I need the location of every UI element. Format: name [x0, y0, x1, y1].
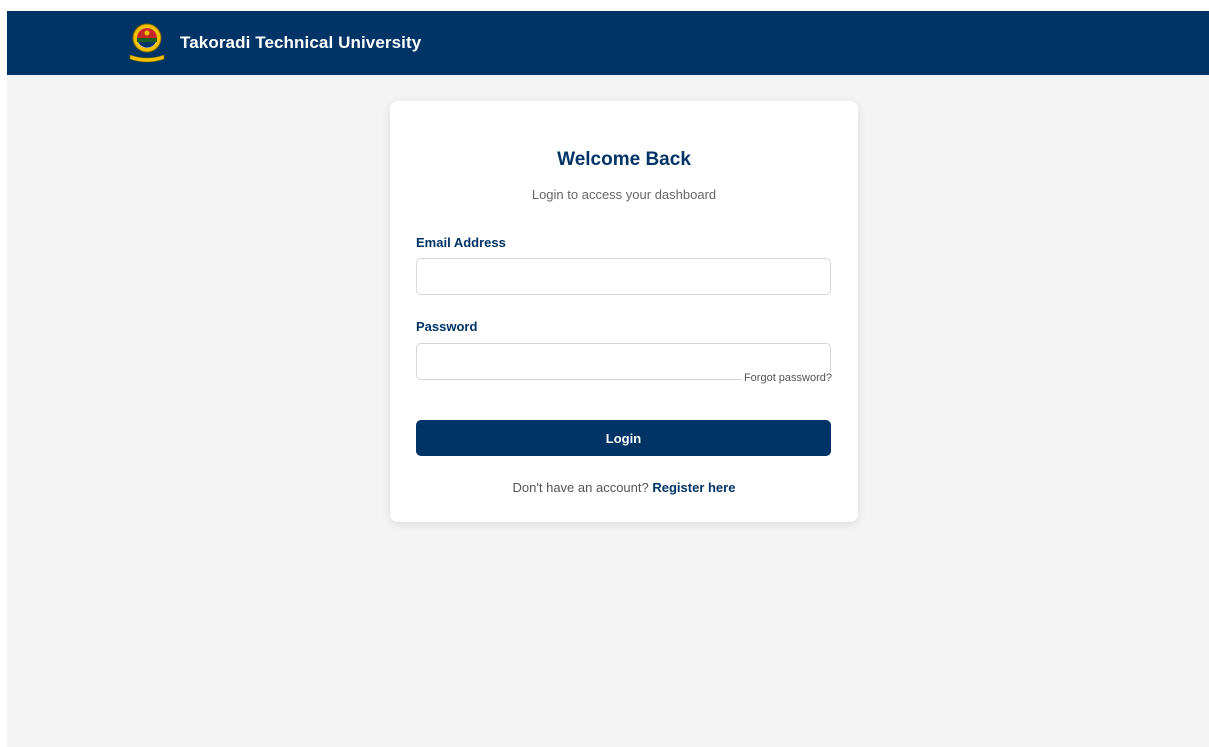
- register-row: Don't have an account? Register here: [390, 480, 858, 495]
- university-name: Takoradi Technical University: [180, 33, 422, 52]
- brand[interactable]: Takoradi Technical University: [127, 21, 421, 65]
- forgot-password-link[interactable]: Forgot password?: [741, 372, 832, 384]
- password-label: Password: [416, 319, 478, 334]
- university-crest-icon: [129, 23, 165, 63]
- email-label: Email Address: [416, 235, 506, 250]
- login-subtitle: Login to access your dashboard: [531, 187, 717, 202]
- login-button[interactable]: Login: [416, 420, 831, 456]
- login-title: Welcome Back: [557, 149, 691, 170]
- email-input[interactable]: [416, 258, 831, 295]
- register-link[interactable]: Register here: [652, 480, 735, 495]
- register-prompt: Don't have an account?: [512, 480, 649, 495]
- page-background: Takoradi Technical University Welcome Ba…: [7, 11, 1209, 747]
- top-navigation-bar: Takoradi Technical University: [7, 11, 1209, 75]
- login-card: Welcome Back Login to access your dashbo…: [390, 101, 858, 522]
